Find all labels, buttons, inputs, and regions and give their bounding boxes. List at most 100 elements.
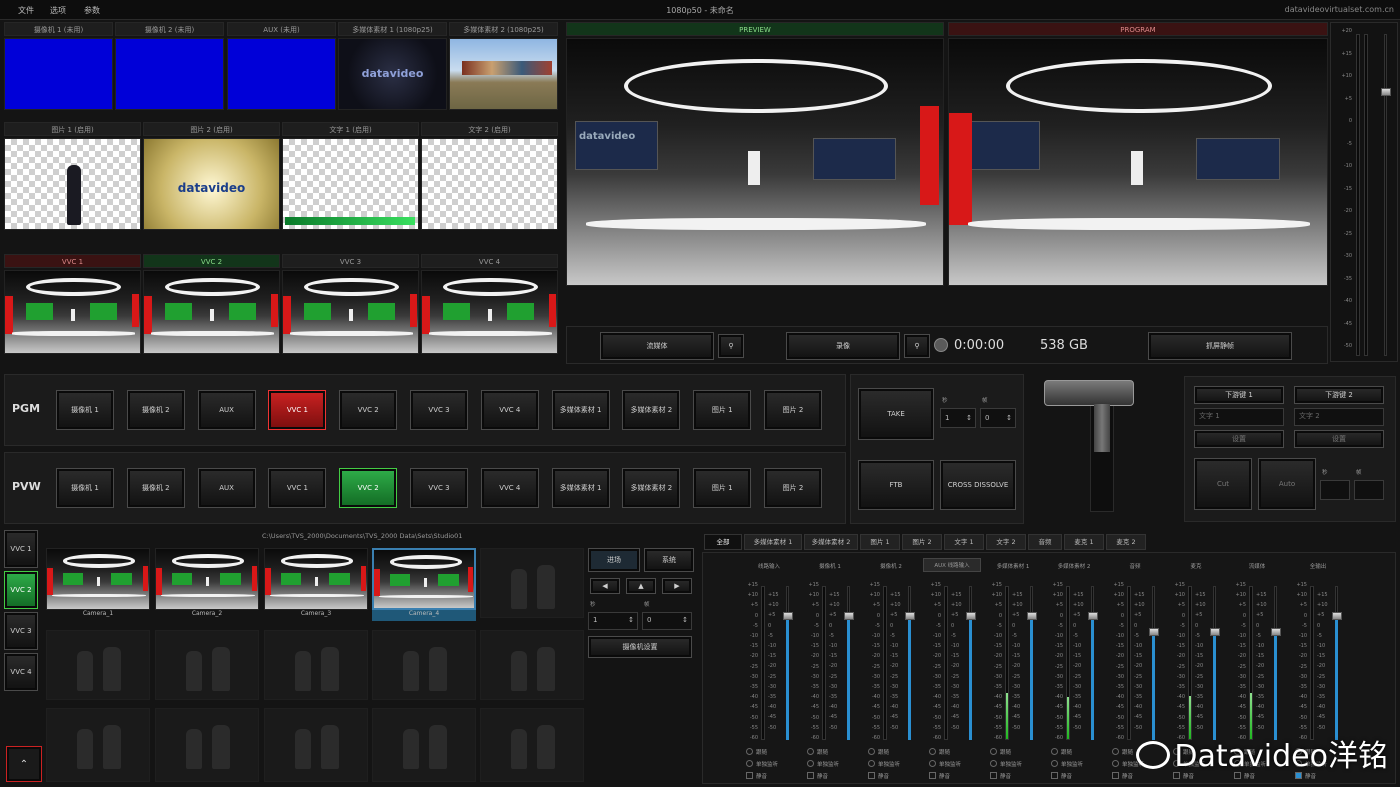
cam-arrow-left-icon[interactable]: ◀: [590, 578, 620, 594]
pvw-source-button[interactable]: VVC 4: [480, 468, 539, 508]
vvc-side-button[interactable]: VVC 3: [4, 612, 38, 650]
pgm-source-button[interactable]: 摄像机 1: [56, 390, 114, 430]
audio-check-follow[interactable]: [990, 748, 997, 755]
program-monitor[interactable]: [948, 38, 1328, 286]
pgm-source-button[interactable]: 图片 2: [764, 390, 822, 430]
record-button[interactable]: 录像: [786, 332, 900, 360]
audio-tab[interactable]: 图片 2: [902, 534, 942, 550]
audio-tab[interactable]: 麦克 1: [1064, 534, 1104, 550]
pvw-source-button[interactable]: VVC 1: [268, 468, 327, 508]
audio-check-solo[interactable]: [990, 760, 997, 767]
camera-placeholder[interactable]: [372, 708, 476, 782]
camera-placeholder[interactable]: [480, 548, 584, 618]
camera-placeholder[interactable]: [46, 708, 150, 782]
audio-tab[interactable]: 多媒体素材 1: [744, 534, 802, 550]
master-fader-knob[interactable]: [1381, 88, 1391, 96]
source-thumbnail[interactable]: [449, 38, 558, 110]
audio-fader-knob[interactable]: [1271, 628, 1281, 636]
audio-check-mute[interactable]: [746, 772, 753, 779]
source-thumbnail[interactable]: [4, 138, 141, 230]
vvc-side-button[interactable]: VVC 4: [4, 653, 38, 691]
cam-arrow-up-icon[interactable]: ▲: [626, 578, 656, 594]
pgm-source-button[interactable]: AUX: [197, 390, 256, 430]
camera-placeholder[interactable]: [46, 630, 150, 700]
transition-sec-spinbox[interactable]: 1 ↕: [940, 408, 976, 428]
pgm-source-button[interactable]: 多媒体素材 1: [551, 390, 610, 430]
audio-fader-knob[interactable]: [1332, 612, 1342, 620]
dsk-frame-spinbox[interactable]: [1354, 480, 1384, 500]
stream-search-icon[interactable]: ⚲: [718, 334, 744, 358]
audio-fader-knob[interactable]: [1088, 612, 1098, 620]
camera-preset[interactable]: [372, 548, 476, 610]
audio-check-mute[interactable]: [1112, 772, 1119, 779]
source-thumbnail[interactable]: datavideo: [143, 138, 280, 230]
audio-check-follow[interactable]: [929, 748, 936, 755]
audio-check-follow[interactable]: [1051, 748, 1058, 755]
audio-tab[interactable]: 多媒体素材 2: [804, 534, 858, 550]
cross-dissolve-button[interactable]: CROSS DISSOLVE: [940, 460, 1016, 510]
tbar-handle[interactable]: [1044, 380, 1134, 406]
camera-preset[interactable]: [46, 548, 150, 610]
audio-check-solo[interactable]: [929, 760, 936, 767]
audio-check-mute[interactable]: [868, 772, 875, 779]
preview-monitor[interactable]: datavideo: [566, 38, 944, 286]
audio-fader-knob[interactable]: [1210, 628, 1220, 636]
master-fader-track[interactable]: [1384, 34, 1387, 356]
pvw-source-button[interactable]: 摄像机 1: [56, 468, 114, 508]
camera-placeholder[interactable]: [264, 708, 368, 782]
camera-placeholder[interactable]: [372, 630, 476, 700]
pgm-source-button[interactable]: 多媒体素材 2: [622, 390, 681, 430]
audio-check-mute[interactable]: [990, 772, 997, 779]
audio-fader-knob[interactable]: [844, 612, 854, 620]
audio-tab[interactable]: 文字 1: [944, 534, 984, 550]
audio-tab[interactable]: 文字 2: [986, 534, 1026, 550]
audio-tab[interactable]: 图片 1: [860, 534, 900, 550]
audio-check-follow[interactable]: [746, 748, 753, 755]
cam-sec-spinbox[interactable]: 1 ↕: [588, 612, 638, 630]
pgm-source-button[interactable]: 图片 1: [693, 390, 752, 430]
audio-tab[interactable]: 音频: [1028, 534, 1062, 550]
collapse-up-icon[interactable]: ⌃: [6, 746, 42, 782]
camera-placeholder[interactable]: [155, 708, 259, 782]
dsk-sec-spinbox[interactable]: [1320, 480, 1350, 500]
vvc-thumbnail[interactable]: [282, 270, 419, 354]
camera-placeholder[interactable]: [480, 708, 584, 782]
audio-check-solo[interactable]: [1112, 760, 1119, 767]
record-search-icon[interactable]: ⚲: [904, 334, 930, 358]
pvw-source-button[interactable]: 多媒体素材 1: [551, 468, 610, 508]
pvw-source-button[interactable]: 图片 1: [693, 468, 752, 508]
vvc-side-button[interactable]: VVC 1: [4, 530, 38, 568]
dsk2-settings[interactable]: 设置: [1294, 430, 1384, 448]
pgm-source-button[interactable]: VVC 2: [339, 390, 398, 430]
pvw-source-button[interactable]: AUX: [197, 468, 256, 508]
source-thumbnail[interactable]: [227, 38, 336, 110]
audio-fader-knob[interactable]: [1027, 612, 1037, 620]
vvc-thumbnail[interactable]: [143, 270, 280, 354]
camera-preset[interactable]: [155, 548, 259, 610]
camera-placeholder[interactable]: [155, 630, 259, 700]
camera-settings-button[interactable]: 摄像机设置: [588, 636, 692, 658]
audio-fader-knob[interactable]: [905, 612, 915, 620]
pgm-source-button[interactable]: VVC 1: [268, 390, 327, 430]
audio-check-solo[interactable]: [807, 760, 814, 767]
audio-channel-name[interactable]: AUX 线路输入: [923, 558, 981, 572]
pgm-source-button[interactable]: 摄像机 2: [126, 390, 185, 430]
cam-arrow-right-icon[interactable]: ▶: [662, 578, 692, 594]
transition-frame-spinbox[interactable]: 0 ↕: [980, 408, 1016, 428]
pgm-source-button[interactable]: VVC 4: [480, 390, 539, 430]
pgm-source-button[interactable]: VVC 3: [410, 390, 468, 430]
audio-check-mute[interactable]: [1051, 772, 1058, 779]
cam-tab-enter[interactable]: 进场: [588, 548, 640, 572]
source-thumbnail[interactable]: [282, 138, 419, 230]
source-thumbnail[interactable]: datavideo: [338, 38, 447, 110]
pvw-source-button[interactable]: 多媒体素材 2: [622, 468, 681, 508]
audio-fader-knob[interactable]: [783, 612, 793, 620]
audio-check-solo[interactable]: [746, 760, 753, 767]
cam-tab-system[interactable]: 系统: [644, 548, 694, 572]
audio-check-follow[interactable]: [868, 748, 875, 755]
cam-frame-spinbox[interactable]: 0 ↕: [642, 612, 692, 630]
stream-button[interactable]: 流媒体: [600, 332, 714, 360]
camera-placeholder[interactable]: [264, 630, 368, 700]
pvw-source-button[interactable]: VVC 3: [410, 468, 468, 508]
vvc-thumbnail[interactable]: [421, 270, 558, 354]
